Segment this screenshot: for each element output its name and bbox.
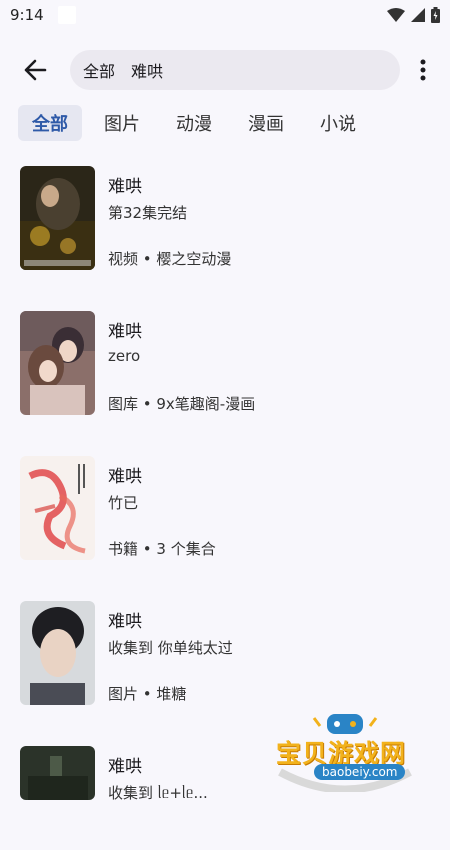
item-subtitle: 收集到 你单纯太过 [108,639,233,657]
tab-novels[interactable]: 小说 [306,105,370,141]
cover-thumbnail [20,311,95,415]
cover-thumbnail [20,456,95,560]
tab-all[interactable]: 全部 [18,105,82,141]
more-vertical-icon [420,59,426,81]
item-title: 难哄 [108,322,142,342]
item-meta: 书籍 • 3 个集合 [108,540,216,558]
item-subtitle: zero [108,347,141,365]
item-meta: 视频 • 樱之空动漫 [108,250,232,268]
item-subtitle: 竹已 [108,494,139,512]
list-item[interactable]: 难哄 竹已 书籍 • 3 个集合 [0,450,450,560]
wifi-icon [387,8,405,22]
cover-thumbnail [20,746,95,800]
search-field[interactable]: 全部 难哄 [70,50,400,90]
item-title: 难哄 [108,612,142,632]
item-meta: 图库 • 9x笔趣阁-漫画 [108,395,256,413]
search-scope: 全部 [83,62,116,81]
watermark-url: baobeiy.com [314,764,406,780]
category-tabs: 全部 图片 动漫 漫画 小说 [18,104,378,142]
list-item[interactable]: 难哄 zero 图库 • 9x笔趣阁-漫画 [0,305,450,415]
search-query: 难哄 [131,62,164,81]
list-item[interactable]: 难哄 第32集完结 视频 • 樱之空动漫 [0,160,450,270]
list-item[interactable]: 难哄 收集到 你单纯太过 图片 • 堆糖 [0,595,450,705]
notification-icon [57,6,76,24]
back-button[interactable] [18,54,52,86]
cover-thumbnail [20,166,95,270]
app-bar: 全部 难哄 [0,50,450,90]
tab-anime[interactable]: 动漫 [162,105,226,141]
battery-icon [431,7,440,23]
status-icons [387,7,440,23]
arrow-left-icon [24,59,47,81]
item-title: 难哄 [108,467,142,487]
status-bar: 9:14 [0,0,450,30]
tab-images[interactable]: 图片 [90,105,154,141]
tab-comics[interactable]: 漫画 [234,105,298,141]
item-title: 难哄 [108,177,142,197]
item-title: 难哄 [108,757,142,777]
cover-thumbnail [20,601,95,705]
item-subtitle: 第32集完结 [108,204,188,222]
watermark-logo: 宝贝游戏网 baobeiy.com [270,712,420,792]
signal-icon [411,8,425,22]
more-options-button[interactable] [410,54,436,86]
item-meta: 图片 • 堆糖 [108,685,187,703]
status-time: 9:14 [10,6,44,24]
